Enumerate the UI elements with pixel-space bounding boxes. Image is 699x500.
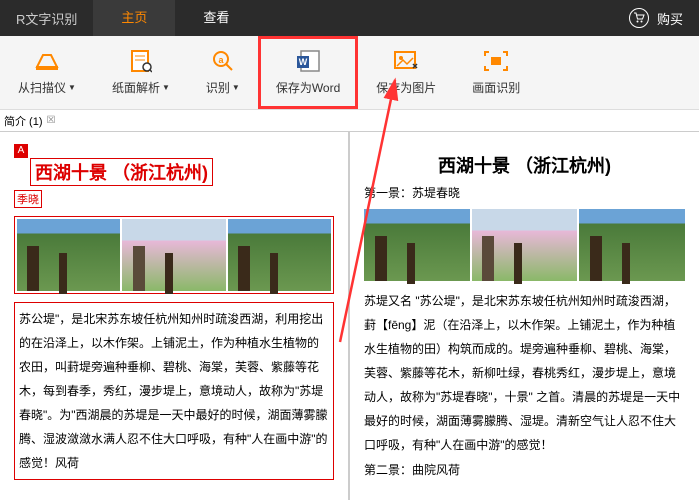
scene-label-2: 第二景：曲院风荷 [364,461,685,478]
scanner-button[interactable]: 从扫描仪▼ [0,36,94,109]
svg-text:W: W [299,57,308,67]
page-analyze-button[interactable]: 纸面解析▼ [94,36,188,109]
buy-label[interactable]: 购买 [657,9,683,28]
close-icon[interactable]: ☒ [47,115,56,126]
page-icon [127,49,155,73]
recognize-icon: a [209,49,237,73]
toolbar: 从扫描仪▼ 纸面解析▼ a 识别▼ W 保存为Word 保存为图片 画面识别 [0,36,699,110]
tab-home[interactable]: 主页 [93,0,175,36]
document-tabs: 简介 (1) ☒ [0,110,699,132]
save-word-button[interactable]: W 保存为Word [258,36,358,109]
screen-recognize-button[interactable]: 画面识别 [454,36,538,109]
tab-view[interactable]: 查看 [175,0,257,36]
thumbnail [472,209,578,281]
body-text-right: 苏堤又名 "苏公堤"，是北宋苏东坡任杭州知州时疏浚西湖，葑【fēng】泥（在沿泽… [364,289,685,457]
dropdown-arrow-icon: ▼ [68,83,76,92]
source-pane: A 西湖十景 （浙江杭州) 季晓 苏公堤"，是北宋苏东坡任杭州知州时疏浚西湖，利… [0,132,350,500]
image-row-left [14,216,334,294]
word-icon: W [294,49,322,73]
body-text-left: 苏公堤"，是北宋苏东坡任杭州知州时疏浚西湖，利用挖出的在沿泽上，以木作架。上铺泥… [14,302,334,480]
svg-text:a: a [218,55,224,65]
image-icon [392,49,420,73]
cart-icon[interactable] [629,8,649,28]
image-row-right [364,209,685,281]
doc-title-left: 西湖十景 （浙江杭州) [30,158,213,186]
thumbnail [122,219,225,291]
scene-label-1: 第一景：苏堤春晓 [364,184,685,201]
app-title: R文字识别 [0,9,93,28]
subtitle-left: 季晓 [14,190,42,208]
a-badge-icon: A [14,144,28,158]
thumbnail [17,219,120,291]
thumbnail [228,219,331,291]
result-pane: 西湖十景 （浙江杭州) 第一景：苏堤春晓 苏堤又名 "苏公堤"，是北宋苏东坡任杭… [350,132,699,500]
thumbnail [364,209,470,281]
thumbnail [579,209,685,281]
doc-tab[interactable]: 简介 (1) [4,113,43,129]
scanner-icon [33,49,61,73]
save-image-button[interactable]: 保存为图片 [358,36,454,109]
recognize-button[interactable]: a 识别▼ [188,36,258,109]
screen-icon [482,49,510,73]
doc-title-right: 西湖十景 （浙江杭州) [364,152,685,178]
